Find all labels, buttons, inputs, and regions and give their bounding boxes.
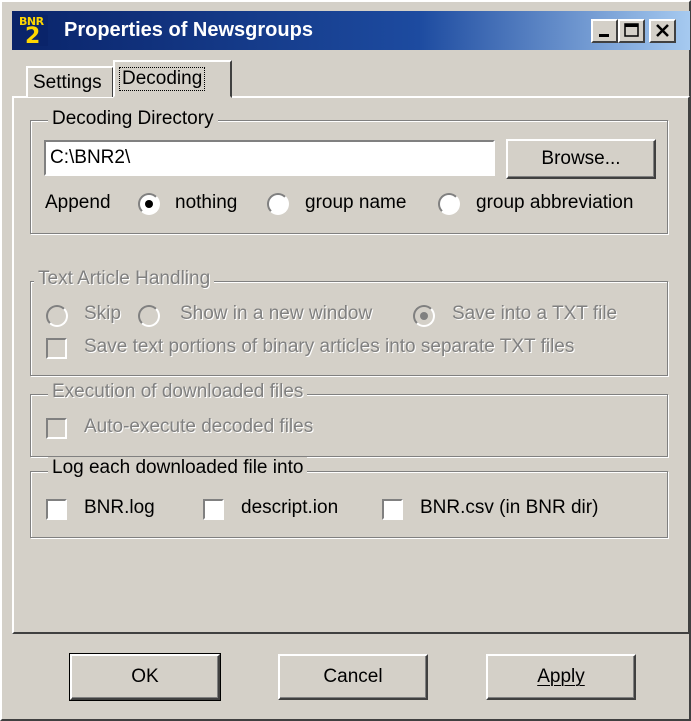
append-label: Append bbox=[45, 192, 111, 213]
tab-decoding[interactable]: Decoding bbox=[113, 60, 232, 98]
auto-execute-checkbox[interactable] bbox=[46, 418, 67, 439]
minimize-icon bbox=[599, 34, 609, 37]
radio-selected-dot bbox=[420, 312, 428, 320]
bnr2-app-icon[interactable]: BNR 2 bbox=[16, 15, 48, 49]
log-bnr-log-checkbox[interactable] bbox=[46, 499, 67, 520]
append-group-abbreviation-label[interactable]: group abbreviation bbox=[476, 192, 633, 214]
browse-button[interactable]: Browse... bbox=[506, 139, 656, 179]
tab-settings-label: Settings bbox=[33, 72, 102, 93]
decoding-directory-legend: Decoding Directory bbox=[48, 108, 218, 130]
execution-legend: Execution of downloaded files bbox=[48, 381, 308, 403]
log-bnr-log-label[interactable]: BNR.log bbox=[84, 497, 155, 519]
close-button[interactable] bbox=[649, 19, 676, 43]
apply-button[interactable]: Apply bbox=[486, 654, 636, 700]
maximize-button[interactable] bbox=[618, 19, 645, 43]
cancel-button[interactable]: Cancel bbox=[278, 654, 428, 700]
append-group-abbreviation-radio[interactable] bbox=[438, 193, 460, 215]
log-bnr-csv-checkbox[interactable] bbox=[382, 499, 403, 520]
text-skip-radio[interactable] bbox=[46, 305, 68, 327]
separate-txt-label[interactable]: Save text portions of binary articles in… bbox=[84, 336, 574, 358]
apply-button-label: Apply bbox=[537, 666, 585, 687]
append-nothing-label[interactable]: nothing bbox=[175, 192, 237, 214]
text-show-new-window-radio[interactable] bbox=[138, 305, 160, 327]
append-nothing-radio[interactable] bbox=[138, 193, 160, 215]
text-show-new-window-label[interactable]: Show in a new window bbox=[180, 303, 372, 325]
close-icon bbox=[656, 24, 669, 37]
decoding-path-input[interactable] bbox=[44, 140, 495, 176]
radio-selected-dot bbox=[145, 200, 153, 208]
maximize-icon bbox=[624, 23, 639, 37]
separate-txt-checkbox[interactable] bbox=[46, 338, 67, 359]
text-article-handling-group bbox=[30, 281, 668, 376]
browse-button-label: Browse... bbox=[541, 148, 621, 169]
log-descript-ion-checkbox[interactable] bbox=[203, 499, 224, 520]
app-icon-bottom-text: 2 bbox=[25, 24, 41, 49]
window-title: Properties of Newsgroups bbox=[64, 19, 313, 41]
ok-button[interactable]: OK bbox=[69, 653, 221, 701]
properties-dialog: BNR 2 Properties of Newsgroups Settings … bbox=[0, 0, 691, 721]
log-bnr-csv-label[interactable]: BNR.csv (in BNR dir) bbox=[420, 497, 598, 519]
text-article-handling-legend: Text Article Handling bbox=[34, 268, 215, 290]
tab-settings[interactable]: Settings bbox=[26, 66, 114, 97]
auto-execute-label[interactable]: Auto-execute decoded files bbox=[84, 416, 313, 438]
cancel-button-label: Cancel bbox=[323, 666, 383, 687]
append-group-name-label[interactable]: group name bbox=[305, 192, 406, 214]
minimize-button[interactable] bbox=[591, 19, 618, 43]
title-bar[interactable]: BNR 2 Properties of Newsgroups bbox=[12, 11, 690, 50]
log-descript-ion-label[interactable]: descript.ion bbox=[241, 497, 338, 519]
tab-decoding-label: Decoding bbox=[118, 67, 206, 91]
text-save-txt-radio[interactable] bbox=[413, 305, 435, 327]
text-save-txt-label[interactable]: Save into a TXT file bbox=[452, 303, 617, 325]
text-skip-label[interactable]: Skip bbox=[84, 303, 121, 325]
ok-button-label: OK bbox=[131, 666, 159, 687]
append-group-name-radio[interactable] bbox=[267, 193, 289, 215]
log-legend: Log each downloaded file into bbox=[48, 457, 308, 479]
